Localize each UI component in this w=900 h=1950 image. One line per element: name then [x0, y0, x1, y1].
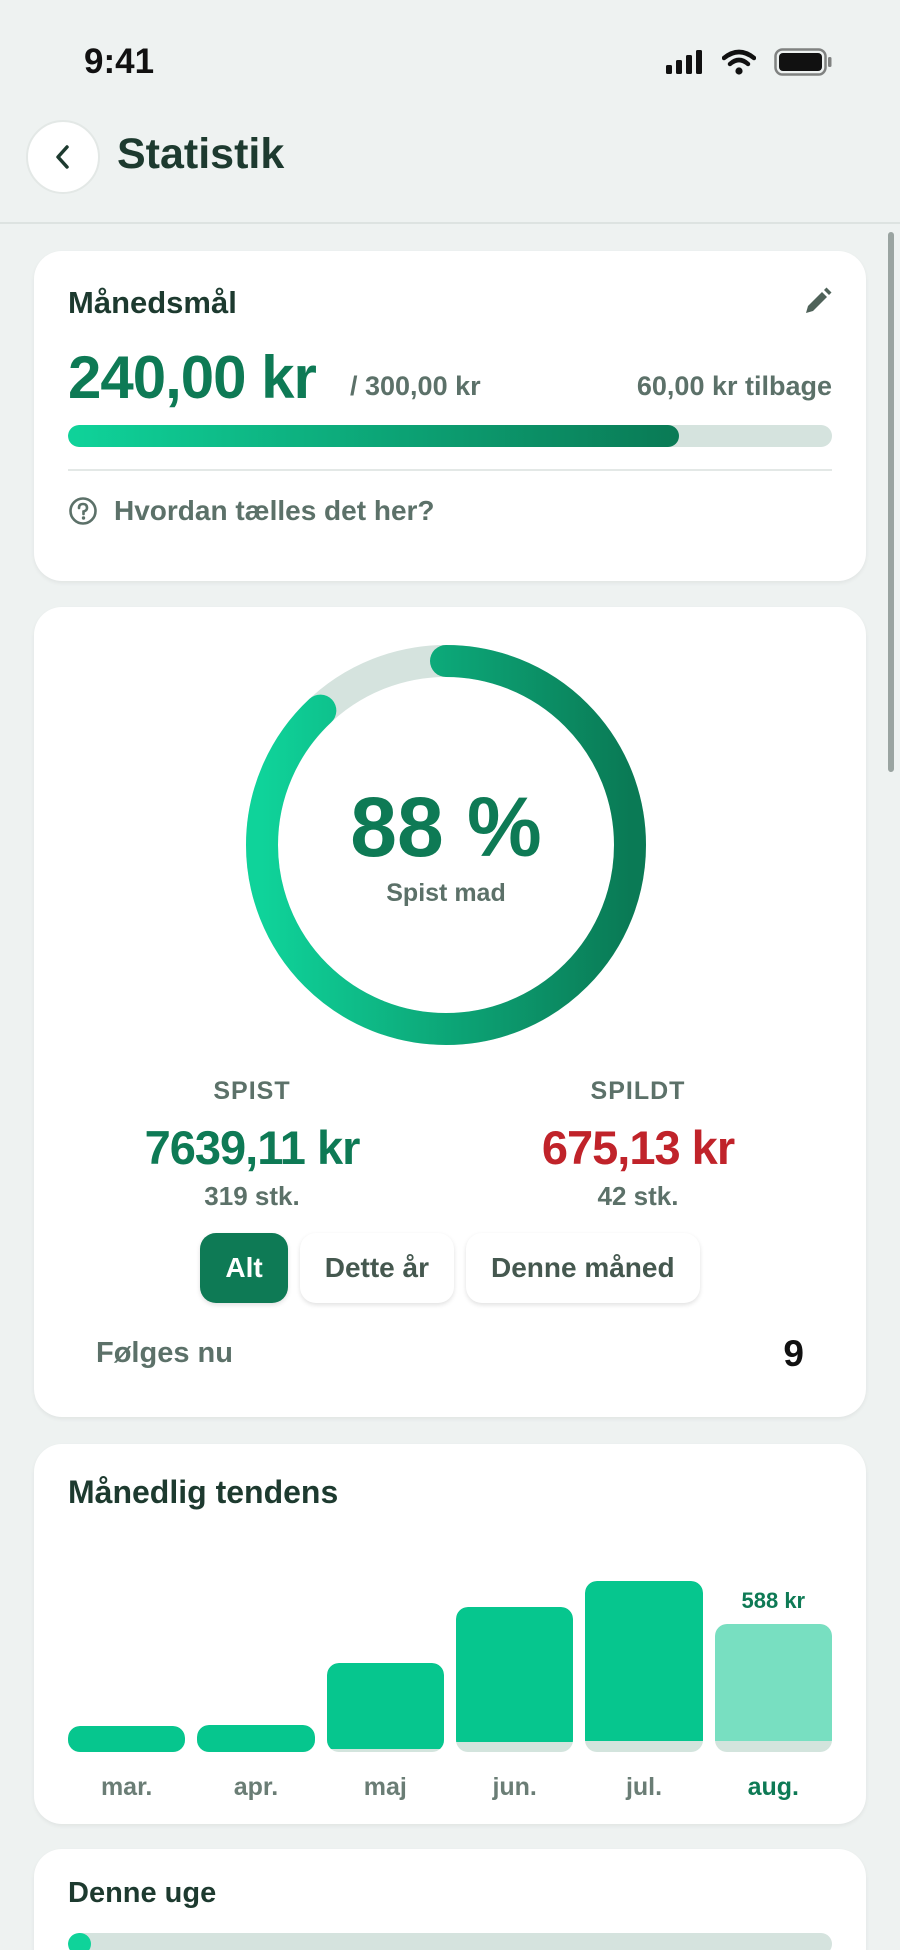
trend-bar-apr[interactable]: apr.	[197, 1534, 315, 1814]
week-progress-bar	[68, 1933, 832, 1950]
monthly-trend-chart: mar. apr. maj jun. jul. aug. 588 kr	[68, 1534, 832, 1814]
trend-bar-aug[interactable]: aug. 588 kr	[714, 1534, 832, 1814]
eaten-percentage: 88 %	[350, 780, 542, 874]
trend-bar-fill	[714, 1624, 832, 1741]
this-week-card: Denne uge	[34, 1849, 866, 1950]
eaten-stat: SPIST 7639,11 kr 319 stk.	[102, 1077, 402, 1212]
filter-all[interactable]: Alt	[200, 1233, 288, 1303]
trend-bar-jul[interactable]: jul.	[585, 1534, 703, 1814]
trend-bar-label: apr.	[233, 1773, 279, 1801]
trend-bar-track	[326, 1663, 444, 1752]
edit-goal-button[interactable]	[800, 285, 834, 319]
trend-bar-maj[interactable]: maj	[326, 1534, 444, 1814]
status-icons	[666, 48, 832, 76]
trend-bar-label: jun.	[492, 1773, 537, 1801]
page-title: Statistik	[117, 130, 285, 178]
status-bar: 9:41	[0, 0, 900, 110]
trend-bar-fill	[68, 1726, 186, 1752]
wasted-amount: 675,13 kr	[541, 1121, 735, 1174]
filter-this-year[interactable]: Dette år	[299, 1233, 454, 1303]
help-link[interactable]: Hvordan tælles det her?	[68, 495, 435, 527]
trend-bar-label: mar.	[100, 1773, 153, 1801]
trend-bar-fill	[197, 1724, 315, 1752]
trend-bar-fill	[585, 1580, 703, 1741]
eaten-count: 319 stk.	[204, 1181, 300, 1211]
trend-bar-value: 588 kr	[741, 1588, 806, 1614]
week-title: Denne uge	[68, 1877, 217, 1909]
goal-progress-bar	[68, 425, 832, 447]
following-count: 9	[783, 1333, 804, 1374]
trend-bar-label: jul.	[625, 1773, 663, 1801]
signal-icon	[666, 50, 702, 74]
eaten-amount: 7639,11 kr	[144, 1121, 361, 1174]
trend-bar-mar[interactable]: mar.	[68, 1534, 186, 1814]
eaten-summary-card: 88 % Spist mad SPIST 7639,11 kr 319 stk.…	[34, 607, 866, 1417]
goal-remaining: 60,00 kr tilbage	[636, 371, 832, 401]
battery-icon	[774, 48, 832, 76]
navigation-bar: Statistik	[0, 112, 900, 224]
goal-title: Månedsmål	[68, 285, 237, 320]
eaten-heading: SPIST	[213, 1077, 291, 1105]
pencil-icon	[806, 287, 832, 313]
following-label: Følges nu	[96, 1337, 233, 1369]
goal-spent-amount: 240,00 kr	[68, 344, 317, 411]
divider	[68, 469, 832, 471]
trend-bar-track	[714, 1624, 832, 1752]
monthly-trend-card: Månedlig tendens mar. apr. maj jun. jul. aug.…	[34, 1444, 866, 1824]
question-circle-icon	[69, 497, 97, 525]
status-time: 9:41	[84, 42, 155, 81]
scrollbar[interactable]	[888, 232, 894, 772]
wasted-heading: SPILDT	[590, 1077, 686, 1105]
back-button[interactable]	[26, 120, 100, 194]
trend-bar-track	[197, 1724, 315, 1752]
trend-bar-jun[interactable]: jun.	[456, 1534, 574, 1814]
statistics-screen: 9:41 Statistik Månedsmål 240,00 kr / 300…	[0, 0, 900, 1950]
trend-title: Månedlig tendens	[68, 1474, 339, 1510]
trend-bar-label: maj	[363, 1773, 407, 1801]
goal-progress-fill	[68, 425, 680, 447]
trend-bar-fill	[456, 1606, 574, 1743]
wasted-stat: SPILDT 675,13 kr 42 stk.	[488, 1077, 788, 1212]
eaten-percentage-caption: Spist mad	[386, 879, 506, 907]
help-label: Hvordan tælles det her?	[114, 495, 435, 526]
monthly-goal-card: Månedsmål 240,00 kr / 300,00 kr 60,00 kr…	[34, 251, 866, 581]
trend-bar-track	[456, 1606, 574, 1752]
trend-bar-fill	[326, 1663, 444, 1749]
trend-bar-label: aug.	[747, 1773, 800, 1801]
goal-total: / 300,00 kr	[350, 371, 481, 401]
week-progress-fill	[68, 1933, 91, 1950]
wasted-count: 42 stk.	[597, 1181, 679, 1211]
trend-bar-track	[68, 1726, 186, 1752]
period-filter: Alt Dette år Denne måned	[34, 1233, 866, 1303]
wifi-icon	[722, 49, 756, 75]
trend-bar-track	[585, 1580, 703, 1752]
chevron-left-icon	[56, 145, 69, 169]
filter-this-month[interactable]: Denne måned	[465, 1233, 700, 1303]
